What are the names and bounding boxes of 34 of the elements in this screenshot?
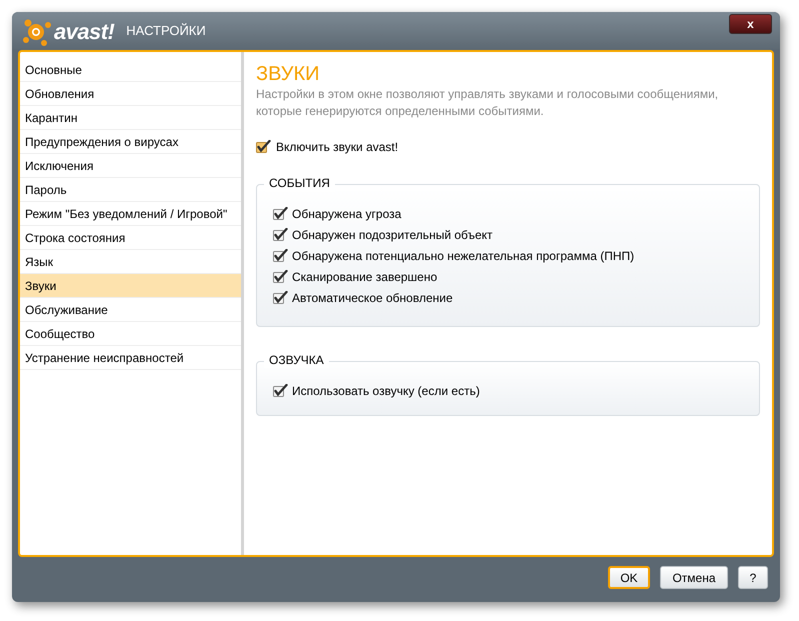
checked-checkbox[interactable] [273, 248, 288, 262]
option-label: Автоматическое обновление [292, 290, 453, 306]
sidebar-item[interactable]: Пароль [20, 178, 241, 202]
sidebar-item[interactable]: Строка состояния [20, 226, 241, 250]
sidebar-item[interactable]: Обновления [20, 82, 241, 106]
sidebar-item[interactable]: Устранение неисправностей [20, 346, 241, 370]
option-label: Обнаружена угроза [292, 206, 402, 222]
checked-checkbox[interactable] [273, 270, 288, 284]
checked-checkbox[interactable] [273, 228, 288, 242]
sidebar-item[interactable]: Основные [20, 58, 241, 82]
checked-checkbox[interactable] [273, 384, 288, 398]
checked-checkbox[interactable] [256, 140, 271, 154]
sidebar-item[interactable]: Карантин [20, 106, 241, 130]
logo-text: avast! [54, 18, 114, 46]
sidebar-item[interactable]: Режим "Без уведомлений / Игровой" [20, 202, 241, 226]
sidebar-item[interactable]: Исключения [20, 154, 241, 178]
option-label: Использовать озвучку (если есть) [292, 382, 480, 400]
option-label: Включить звуки avast! [276, 139, 398, 156]
option-label: Обнаружен подозрительный объект [292, 226, 493, 244]
option-label: Сканирование завершено [292, 268, 438, 286]
sidebar-item[interactable]: Предупреждения о вирусах [20, 130, 241, 154]
sidebar-item[interactable]: Обслуживание [20, 298, 241, 322]
close-button[interactable]: x [729, 14, 772, 34]
window-title: НАСТРОЙКИ [126, 22, 206, 40]
option-label: Обнаружена потенциально нежелательная программа (ПНП) [292, 248, 634, 264]
checked-checkbox[interactable] [273, 206, 288, 220]
sidebar-item[interactable]: Сообщество [20, 322, 241, 346]
page-description: Настройки в этом окне позволяют управлять звуками и голосовыми сообщениями, которые генерируются определенными событиями. [256, 86, 720, 120]
checked-checkbox[interactable] [273, 290, 288, 304]
page-heading: ЗВУКИ [256, 62, 320, 86]
dialog-button[interactable]: OK [608, 566, 650, 589]
sidebar-item[interactable]: Звуки [20, 274, 241, 298]
dialog-button[interactable]: Отмена [660, 566, 728, 589]
dialog-button[interactable]: ? [738, 566, 768, 589]
